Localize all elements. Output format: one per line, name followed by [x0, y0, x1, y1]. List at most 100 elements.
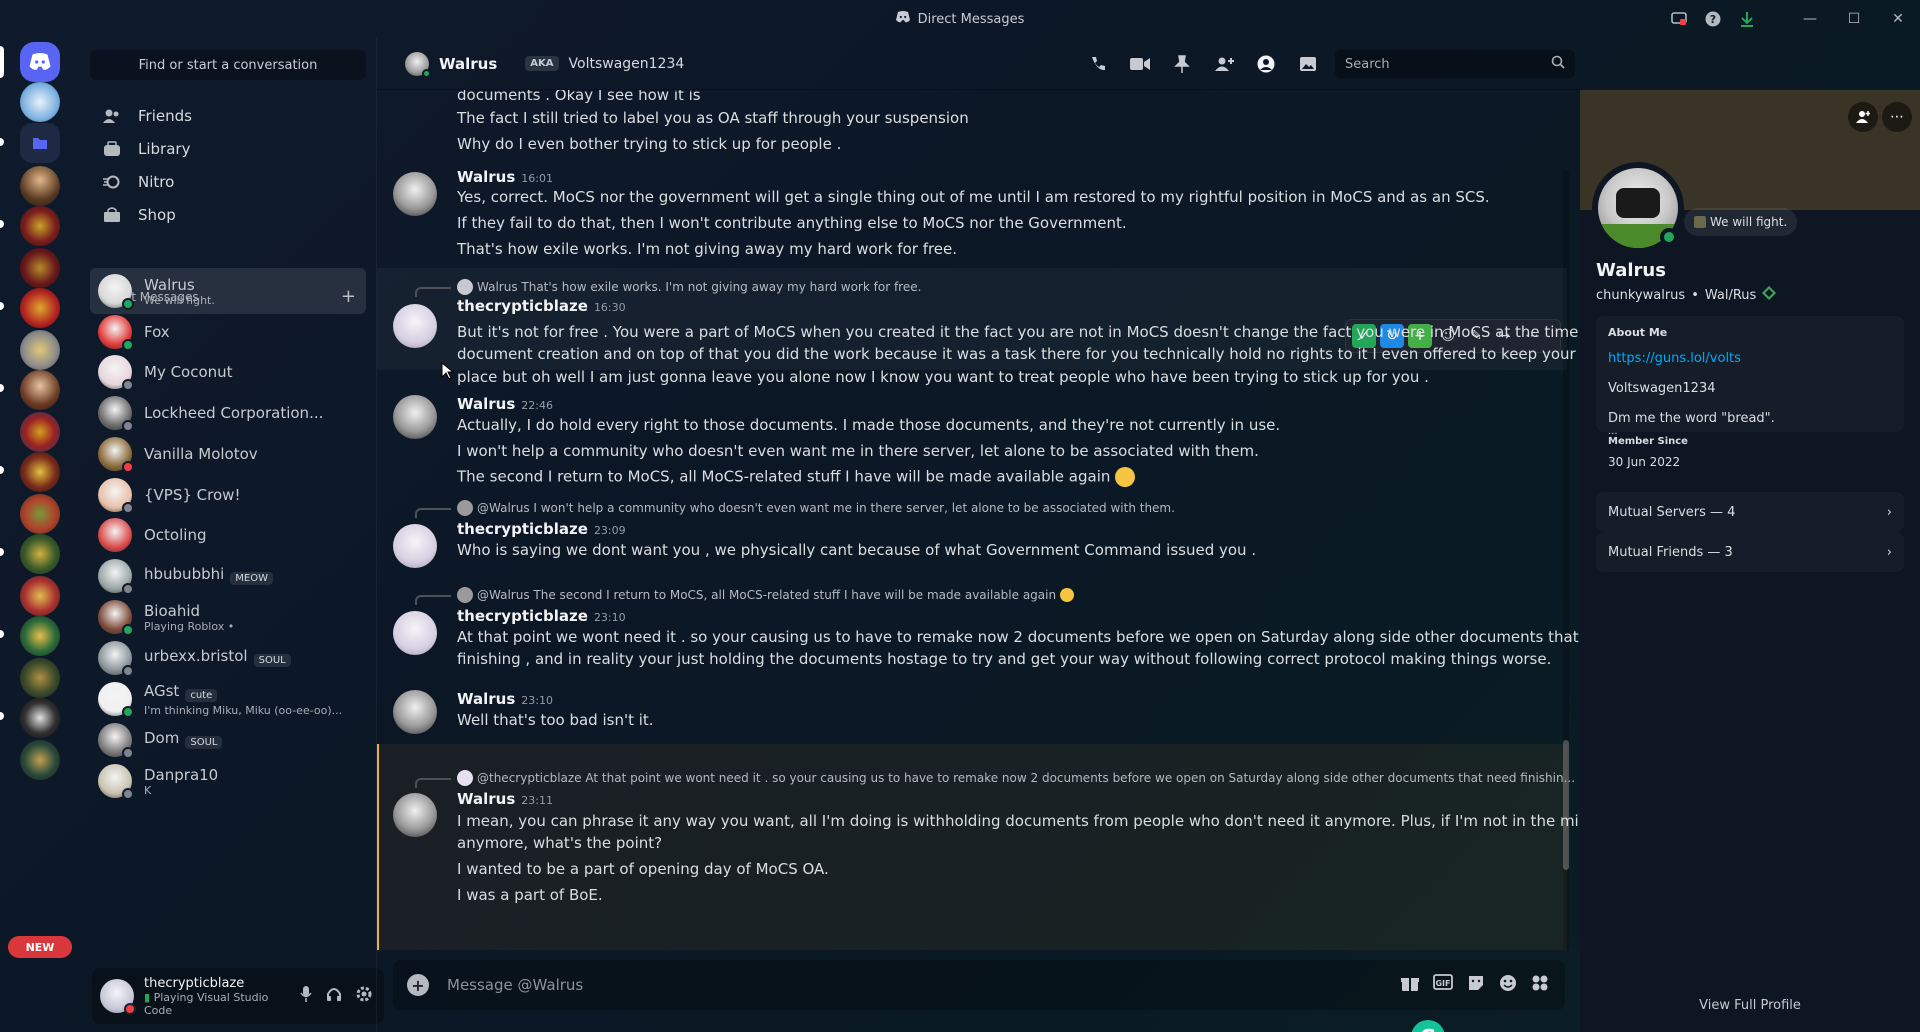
- dm-name: {VPS} Crow!: [144, 486, 241, 504]
- chat-user-name[interactable]: Walrus: [439, 55, 497, 73]
- reply-reference[interactable]: @Walrus The second I return to MoCS, all…: [457, 587, 1075, 603]
- emoji-picker-icon[interactable]: [1499, 974, 1517, 997]
- user-info[interactable]: thecrypticblaze ▮ Playing Visual Studio …: [144, 976, 290, 1017]
- home-button[interactable]: [20, 42, 60, 82]
- server-icon[interactable]: [20, 412, 60, 452]
- dm-item[interactable]: AGst cute I'm thinking Miku, Miku (oo-ee-o…: [90, 676, 366, 722]
- reply-reference[interactable]: @thecrypticblaze At that point we wont n…: [457, 770, 1575, 786]
- profile-username[interactable]: chunkywalrus: [1596, 288, 1685, 303]
- reply-reference[interactable]: Walrus That's how exile works. I'm not g…: [457, 279, 921, 295]
- server-folder[interactable]: [20, 123, 60, 163]
- dm-item[interactable]: Vanilla Molotov: [90, 431, 366, 477]
- dm-avatar: [98, 315, 134, 351]
- message-avatar[interactable]: [393, 395, 437, 439]
- user-profile-toggle-icon[interactable]: [1245, 38, 1287, 90]
- mutual-friends-row[interactable]: Mutual Friends — 3 ›: [1596, 532, 1904, 572]
- close-window-button[interactable]: ✕: [1876, 0, 1920, 38]
- maximize-button[interactable]: ☐: [1832, 0, 1876, 38]
- sticker-icon[interactable]: [1467, 974, 1485, 997]
- server-icon[interactable]: [20, 576, 60, 616]
- add-friend-icon[interactable]: [1848, 102, 1878, 132]
- server-icon[interactable]: [20, 452, 60, 492]
- download-icon[interactable]: [1730, 0, 1764, 38]
- settings-gear-icon[interactable]: [356, 986, 372, 1006]
- view-full-profile-link[interactable]: View Full Profile: [1580, 998, 1920, 1013]
- dm-item[interactable]: Walrus We will fight.: [90, 268, 366, 314]
- svg-text:?: ?: [1710, 13, 1716, 26]
- reply-reference[interactable]: @Walrus I won't help a community who doe…: [457, 500, 1175, 516]
- message-author[interactable]: thecrypticblaze 23:10: [457, 607, 626, 625]
- message-avatar[interactable]: [393, 304, 437, 348]
- profile-avatar[interactable]: [1592, 162, 1684, 254]
- user-avatar[interactable]: [100, 979, 136, 1015]
- voice-call-icon[interactable]: [1077, 38, 1119, 90]
- grammarly-icon[interactable]: G: [1411, 1020, 1445, 1032]
- search-input[interactable]: Search: [1335, 50, 1575, 78]
- server-icon[interactable]: [20, 248, 60, 288]
- nav-label: Friends: [138, 107, 192, 125]
- dm-subtext: Playing Roblox •: [144, 619, 235, 633]
- message-author[interactable]: Walrus 16:01: [457, 168, 553, 186]
- server-icon[interactable]: [20, 370, 60, 410]
- dm-item[interactable]: Bioahid Playing Roblox •: [90, 594, 366, 640]
- help-icon[interactable]: ?: [1696, 0, 1730, 38]
- dm-item[interactable]: hbububbhi MEOW: [90, 553, 366, 599]
- dm-avatar: [98, 518, 132, 552]
- server-icon[interactable]: [20, 82, 60, 122]
- gift-icon[interactable]: [1401, 974, 1419, 997]
- message-author[interactable]: thecrypticblaze 23:09: [457, 520, 626, 538]
- profile-display-name: Walrus: [1596, 260, 1666, 281]
- add-friends-to-dm-icon[interactable]: [1203, 38, 1245, 90]
- reply-avatar: [457, 587, 473, 603]
- server-icon[interactable]: [20, 166, 60, 206]
- message-author[interactable]: Walrus 23:10: [457, 690, 553, 708]
- new-unreads-badge[interactable]: NEW: [8, 936, 72, 958]
- gif-icon[interactable]: GIF: [1433, 973, 1453, 997]
- server-icon[interactable]: [20, 740, 60, 780]
- server-icon[interactable]: [20, 658, 60, 698]
- server-icon[interactable]: [20, 330, 60, 370]
- message-avatar[interactable]: [393, 793, 437, 837]
- message-avatar[interactable]: [393, 172, 437, 216]
- search-placeholder: Search: [1345, 56, 1390, 72]
- dm-item[interactable]: Dom SOUL: [90, 717, 366, 763]
- message-author[interactable]: thecrypticblaze 16:30: [457, 297, 626, 315]
- server-icon[interactable]: [20, 698, 60, 738]
- find-conversation-button[interactable]: Find or start a conversation: [90, 50, 366, 80]
- gallery-icon[interactable]: [1287, 38, 1329, 90]
- dm-avatar: [98, 396, 134, 432]
- user-controls: [300, 986, 384, 1006]
- minimize-button[interactable]: —: [1788, 0, 1832, 38]
- server-icon[interactable]: [20, 534, 60, 574]
- message-author[interactable]: Walrus 22:46: [457, 395, 553, 413]
- apps-icon[interactable]: [1531, 974, 1549, 997]
- message-avatar[interactable]: [393, 611, 437, 655]
- message-text: finishing , and in reality your just hol…: [457, 650, 1552, 668]
- dm-item[interactable]: Lockheed Corporation...: [90, 390, 366, 436]
- inbox-icon[interactable]: [1662, 0, 1696, 38]
- pinned-messages-icon[interactable]: [1161, 38, 1203, 90]
- profile-more-icon[interactable]: ⋯: [1882, 102, 1912, 132]
- server-icon[interactable]: [20, 494, 60, 534]
- microphone-icon[interactable]: [300, 986, 312, 1006]
- message-author[interactable]: Walrus 23:11: [457, 790, 553, 808]
- mutual-servers-row[interactable]: Mutual Servers — 4 ›: [1596, 492, 1904, 532]
- dm-item[interactable]: Danpra10 K: [90, 758, 366, 804]
- server-icon[interactable]: [20, 288, 60, 328]
- headphones-icon[interactable]: [326, 986, 342, 1006]
- server-icon[interactable]: [20, 206, 60, 246]
- message-composer[interactable]: + Message @Walrus GIF: [393, 960, 1565, 1010]
- upload-plus-icon[interactable]: +: [407, 974, 429, 996]
- message-avatar[interactable]: [393, 524, 437, 568]
- about-me-alias: Voltswagen1234: [1608, 381, 1716, 396]
- dm-item[interactable]: urbexx.bristol SOUL: [90, 635, 366, 681]
- about-me-link[interactable]: https://guns.lol/volts: [1608, 351, 1892, 366]
- chat-area: Walrus AKA Voltswagen1234 Search documen…: [376, 38, 1581, 1032]
- message-avatar[interactable]: [393, 690, 437, 734]
- server-icon[interactable]: [20, 616, 60, 656]
- svg-text:GIF: GIF: [1435, 979, 1450, 988]
- dm-item[interactable]: Octoling: [90, 512, 366, 558]
- dm-item[interactable]: My Coconut: [90, 349, 366, 395]
- nav-shop[interactable]: Shop: [90, 195, 366, 235]
- video-call-icon[interactable]: [1119, 38, 1161, 90]
